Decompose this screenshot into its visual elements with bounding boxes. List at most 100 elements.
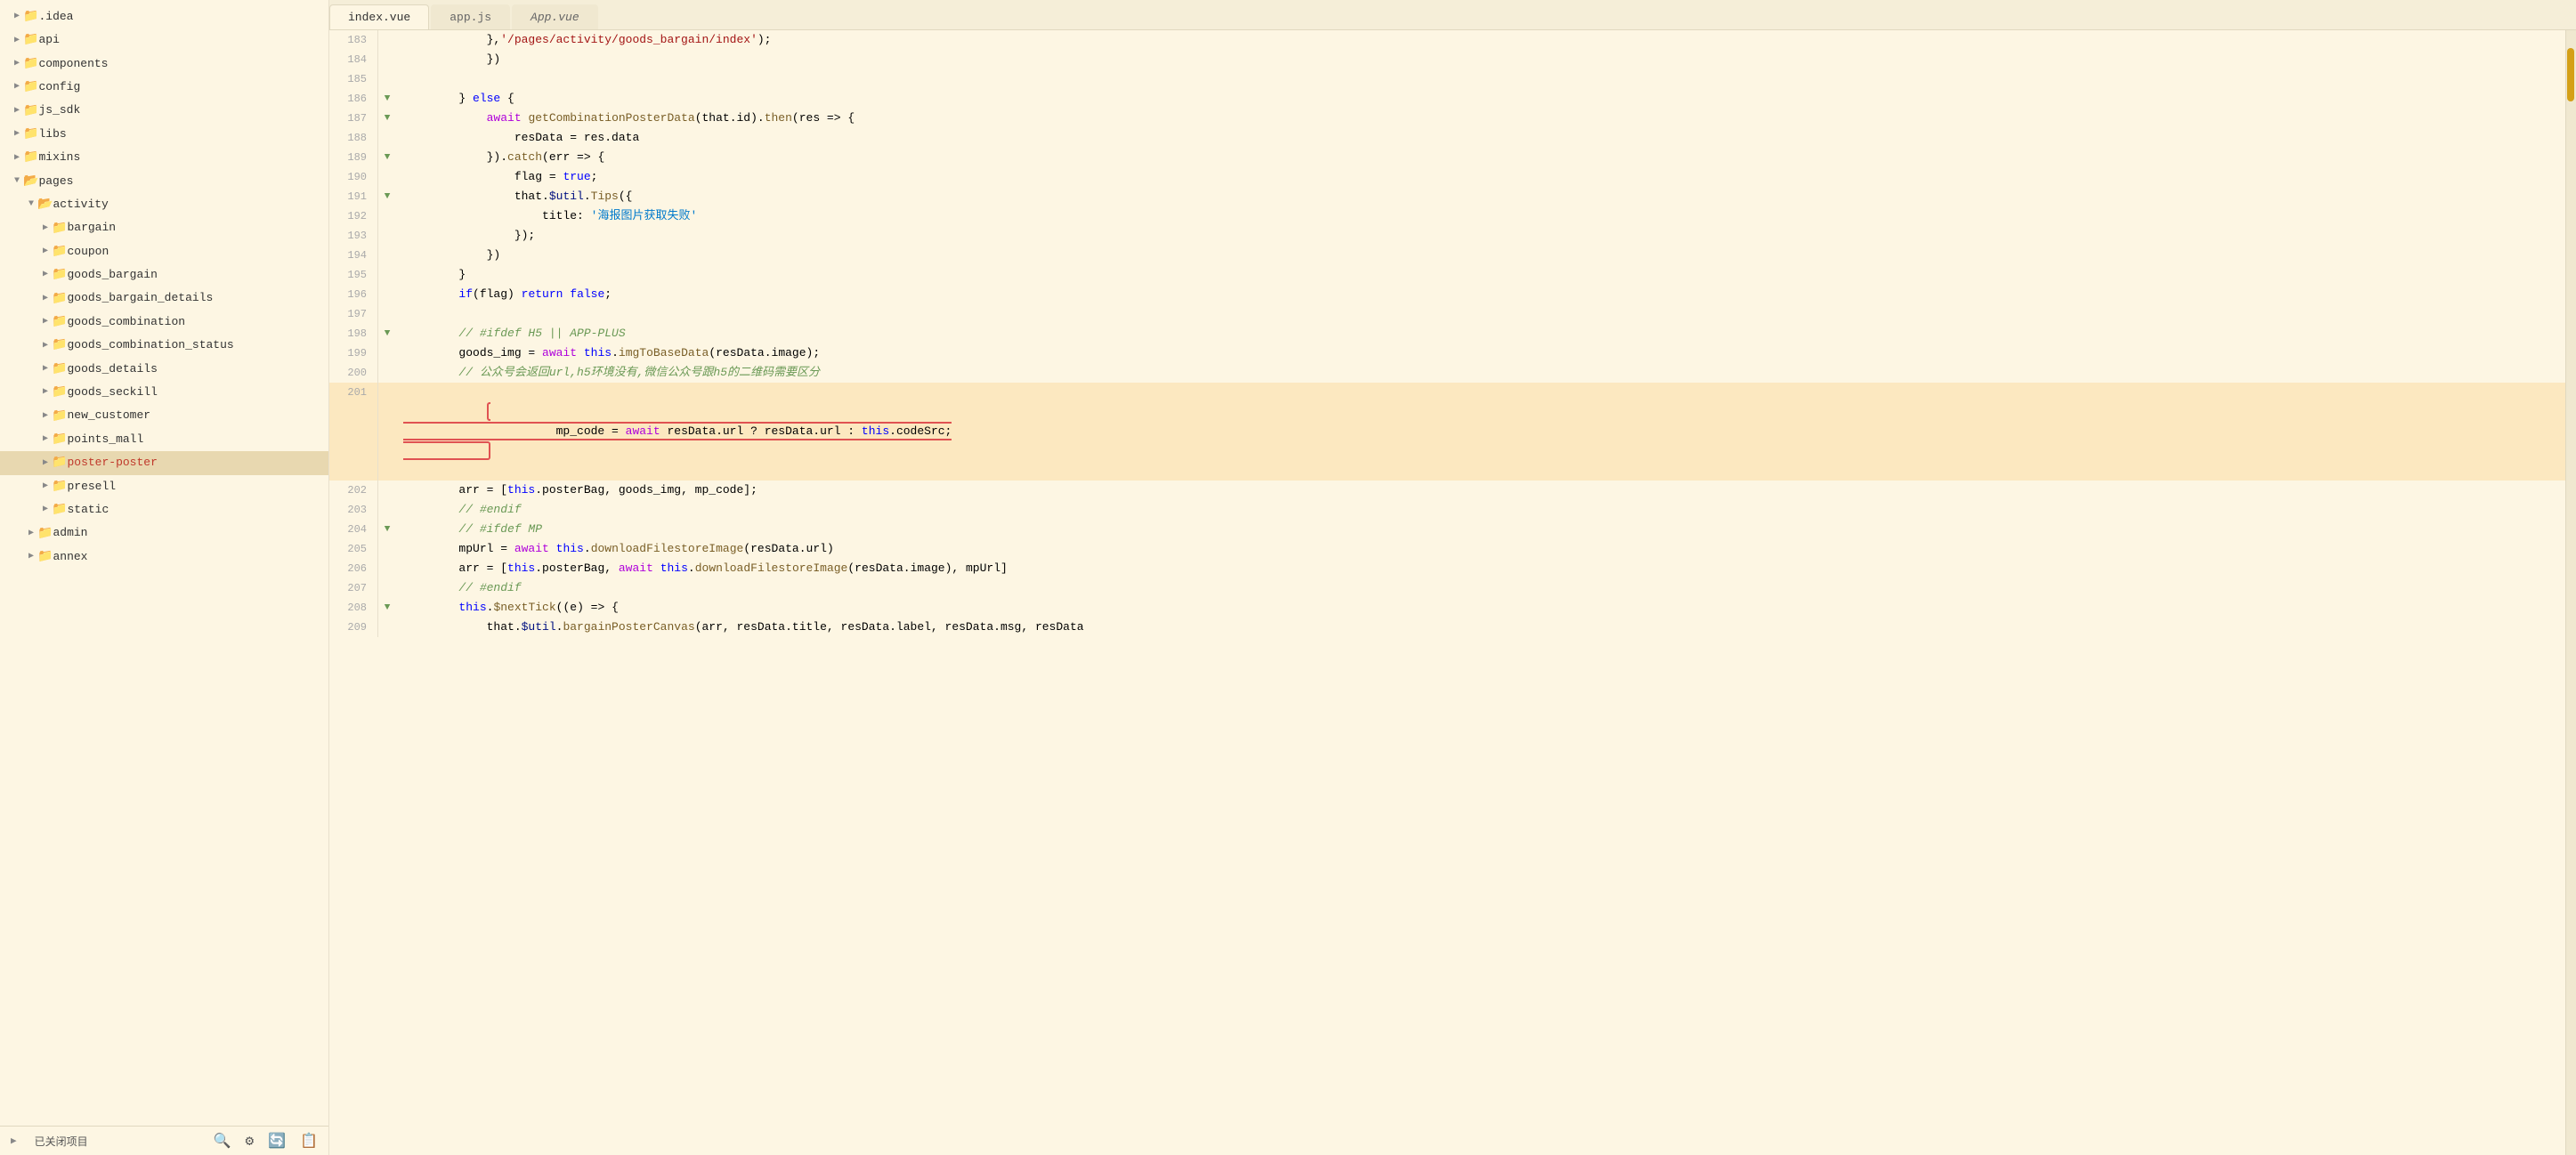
line-number: 207 — [329, 578, 378, 598]
code-row-191: 191 ▼ that.$util.Tips({ — [329, 187, 2565, 206]
sidebar-item-libs[interactable]: ▶ 📁 libs — [0, 123, 328, 146]
tab-app-vue[interactable]: App.vue — [512, 4, 598, 29]
line-number: 191 — [329, 187, 378, 206]
code-lines: 183 },'/pages/activity/goods_bargain/ind… — [329, 30, 2565, 637]
sidebar-item-pages[interactable]: ▼ 📂 pages — [0, 170, 328, 193]
line-number: 194 — [329, 246, 378, 265]
line-number: 193 — [329, 226, 378, 246]
code-line: }); — [396, 226, 2565, 246]
gutter — [378, 578, 396, 598]
bottom-icon-4[interactable]: 📋 — [300, 1132, 318, 1150]
gutter: ▼ — [378, 109, 396, 128]
line-number: 205 — [329, 539, 378, 559]
line-number: 199 — [329, 343, 378, 363]
code-line: // #ifdef MP — [396, 520, 2565, 539]
sidebar-item-goods-combination[interactable]: ▶ 📁 goods_combination — [0, 311, 328, 334]
gutter — [378, 500, 396, 520]
line-number: 197 — [329, 304, 378, 324]
sidebar-item-api[interactable]: ▶ 📁 api — [0, 28, 328, 52]
sidebar-item-new-customer[interactable]: ▶ 📁 new_customer — [0, 405, 328, 428]
sidebar-item-presell[interactable]: ▶ 📁 presell — [0, 475, 328, 498]
code-line: goods_img = await this.imgToBaseData(res… — [396, 343, 2565, 363]
code-row-201: 201 mp_code = await resData.url ? resDat… — [329, 383, 2565, 481]
code-row-186: 186 ▼ } else { — [329, 89, 2565, 109]
line-number: 185 — [329, 69, 378, 89]
line-number: 186 — [329, 89, 378, 109]
line-number: 184 — [329, 50, 378, 69]
sidebar-item-config[interactable]: ▶ 📁 config — [0, 76, 328, 99]
bottom-icon-3[interactable]: 🔄 — [268, 1132, 286, 1150]
bottom-icon-1[interactable]: 🔍 — [214, 1132, 231, 1150]
code-line: // #ifdef H5 || APP-PLUS — [396, 324, 2565, 343]
code-row-188: 188 resData = res.data — [329, 128, 2565, 148]
code-row-202: 202 arr = [this.posterBag, goods_img, mp… — [329, 481, 2565, 500]
line-number: 190 — [329, 167, 378, 187]
sidebar-item-goods-bargain-details[interactable]: ▶ 📁 goods_bargain_details — [0, 287, 328, 311]
code-line: }) — [396, 246, 2565, 265]
code-row-208: 208 ▼ this.$nextTick((e) => { — [329, 598, 2565, 618]
sidebar-item-mixins[interactable]: ▶ 📁 mixins — [0, 146, 328, 169]
scroll-thumb — [2567, 48, 2574, 101]
tab-app-js[interactable]: app.js — [431, 4, 510, 29]
file-tree[interactable]: ▶ 📁 .idea ▶ 📁 api ▶ 📁 components ▶ 📁 con… — [0, 0, 328, 1126]
gutter — [378, 226, 396, 246]
bottom-icon-2[interactable]: ⚙ — [246, 1132, 255, 1150]
sidebar-item-poster-poster[interactable]: ▶ 📁 poster-poster — [0, 451, 328, 474]
sidebar-item-goods-combination-status[interactable]: ▶ 📁 goods_combination_status — [0, 334, 328, 357]
code-row-185: 185 — [329, 69, 2565, 89]
code-row-189: 189 ▼ }).catch(err => { — [329, 148, 2565, 167]
sidebar-item-goods-details[interactable]: ▶ 📁 goods_details — [0, 358, 328, 381]
sidebar-item-admin[interactable]: ▶ 📁 admin — [0, 522, 328, 545]
line-number: 209 — [329, 618, 378, 637]
line-number: 202 — [329, 481, 378, 500]
sidebar-item-points-mall[interactable]: ▶ 📁 points_mall — [0, 428, 328, 451]
tabs: index.vue app.js App.vue — [329, 0, 2576, 30]
code-row-199: 199 goods_img = await this.imgToBaseData… — [329, 343, 2565, 363]
code-row-205: 205 mpUrl = await this.downloadFilestore… — [329, 539, 2565, 559]
sidebar-item-jssdk[interactable]: ▶ 📁 js_sdk — [0, 100, 328, 123]
code-row-206: 206 arr = [this.posterBag, await this.do… — [329, 559, 2565, 578]
code-line: arr = [this.posterBag, goods_img, mp_cod… — [396, 481, 2565, 500]
code-line — [396, 304, 2565, 324]
sidebar-item-goods-seckill[interactable]: ▶ 📁 goods_seckill — [0, 381, 328, 404]
sidebar-item-bargain[interactable]: ▶ 📁 bargain — [0, 217, 328, 240]
editor-area: index.vue app.js App.vue 183 },'/pages/a… — [329, 0, 2576, 1155]
code-row-194: 194 }) — [329, 246, 2565, 265]
line-number: 198 — [329, 324, 378, 343]
sidebar-item-activity[interactable]: ▼ 📂 activity — [0, 193, 328, 216]
tab-index-vue[interactable]: index.vue — [329, 4, 429, 29]
line-number: 196 — [329, 285, 378, 304]
gutter — [378, 69, 396, 89]
gutter: ▼ — [378, 187, 396, 206]
code-line: // #endif — [396, 578, 2565, 598]
sidebar-item-idea[interactable]: ▶ 📁 .idea — [0, 5, 328, 28]
sidebar-item-coupon[interactable]: ▶ 📁 coupon — [0, 240, 328, 263]
close-project-label: 已关闭项目 — [35, 1134, 88, 1149]
code-line: arr = [this.posterBag, await this.downlo… — [396, 559, 2565, 578]
code-row-204: 204 ▼ // #ifdef MP — [329, 520, 2565, 539]
gutter — [378, 618, 396, 637]
sidebar-bottom: ▶ 已关闭项目 🔍 ⚙ 🔄 📋 — [0, 1126, 328, 1155]
gutter — [378, 539, 396, 559]
sidebar: ▶ 📁 .idea ▶ 📁 api ▶ 📁 components ▶ 📁 con… — [0, 0, 329, 1155]
code-line: that.$util.bargainPosterCanvas(arr, resD… — [396, 618, 2565, 637]
sidebar-item-components[interactable]: ▶ 📁 components — [0, 52, 328, 76]
code-line: if(flag) return false; — [396, 285, 2565, 304]
code-line: that.$util.Tips({ — [396, 187, 2565, 206]
gutter — [378, 363, 396, 383]
code-row-190: 190 flag = true; — [329, 167, 2565, 187]
gutter — [378, 50, 396, 69]
code-line: } — [396, 265, 2565, 285]
sidebar-item-annex[interactable]: ▶ 📁 annex — [0, 545, 328, 569]
gutter — [378, 383, 396, 481]
sidebar-item-goods-bargain[interactable]: ▶ 📁 goods_bargain — [0, 263, 328, 287]
code-row-209: 209 that.$util.bargainPosterCanvas(arr, … — [329, 618, 2565, 637]
code-line: flag = true; — [396, 167, 2565, 187]
code-row-192: 192 title: '海报图片获取失败' — [329, 206, 2565, 226]
gutter — [378, 167, 396, 187]
code-line: } else { — [396, 89, 2565, 109]
sidebar-item-static[interactable]: ▶ 📁 static — [0, 498, 328, 521]
line-number: 206 — [329, 559, 378, 578]
gutter: ▼ — [378, 148, 396, 167]
code-container[interactable]: 183 },'/pages/activity/goods_bargain/ind… — [329, 30, 2565, 1155]
